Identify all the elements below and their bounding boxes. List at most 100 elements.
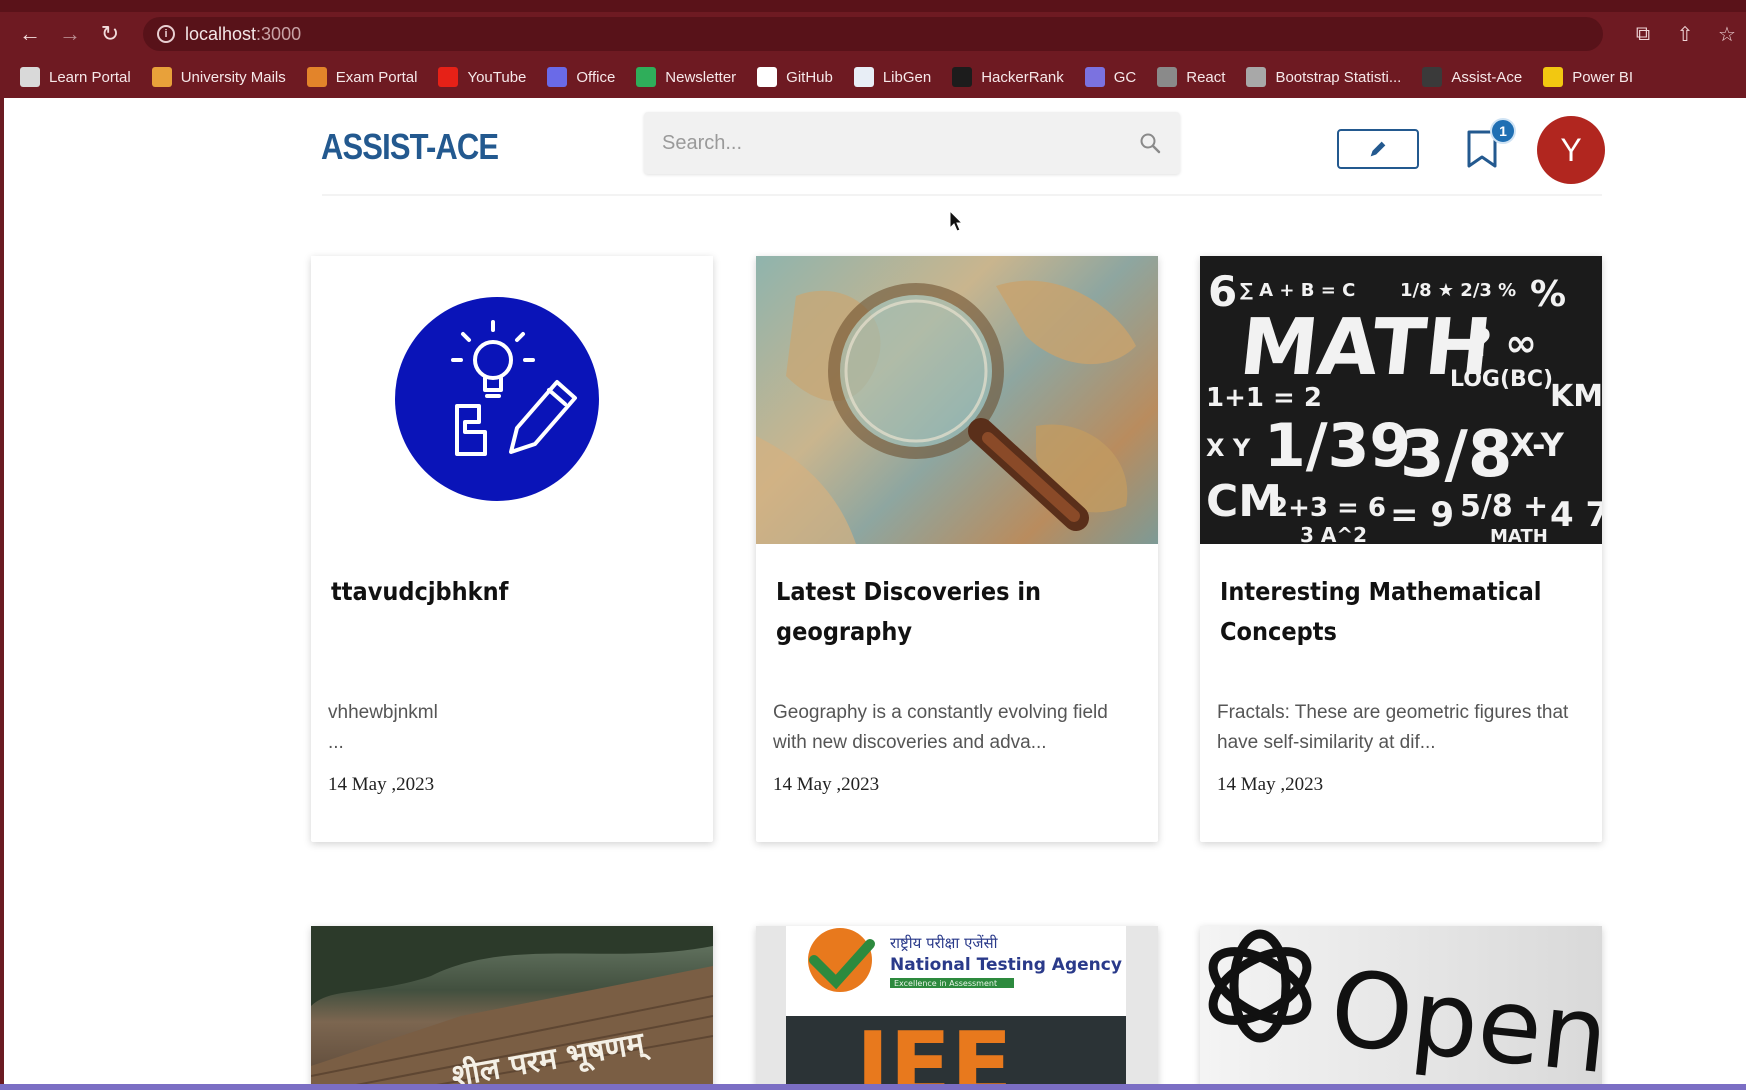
bookmark-hackerrank[interactable]: HackerRank: [952, 67, 1064, 87]
nta-english-name: National Testing Agency: [890, 955, 1122, 975]
nta-logo-icon: राष्ट्रीय परीक्षा एजेंसी National Testin…: [786, 926, 1126, 1086]
bookmark-favicon-icon: [1246, 67, 1267, 87]
bookmark-newsletter[interactable]: Newsletter: [636, 67, 736, 87]
bookmark-label: Learn Portal: [49, 68, 131, 86]
post-image: 6 ∑ A + B = C 1/8 ★ 2/3 % % MATH ? ∞ 1+1…: [1200, 256, 1602, 544]
nta-tagline: Excellence in Assessment: [894, 979, 997, 988]
bookmark-github[interactable]: GitHub: [757, 67, 833, 87]
page: ASSIST-ACE 1 Y: [4, 98, 1746, 1090]
post-date: 14 May ,2023: [773, 774, 880, 795]
search-input[interactable]: [662, 112, 1122, 174]
svg-text:1/8 ★ 2/3 %: 1/8 ★ 2/3 %: [1400, 280, 1516, 301]
bookmark-favicon-icon: [636, 67, 657, 87]
bookmark-favicon-icon: [1422, 67, 1443, 87]
post-date: 14 May ,2023: [1217, 774, 1324, 795]
svg-text:LOG(BC): LOG(BC): [1450, 367, 1553, 392]
bookmark-label: React: [1186, 68, 1226, 86]
reload-icon[interactable]: ↻: [90, 14, 130, 54]
svg-text:6: 6: [1208, 267, 1237, 316]
bookmark-count-badge: 1: [1490, 118, 1516, 144]
post-title[interactable]: Interesting Mathematical Concepts: [1220, 572, 1544, 652]
openai-wordmark: OpenAI: [1325, 947, 1602, 1086]
bookmark-label: University Mails: [180, 68, 286, 86]
post-image: [311, 256, 713, 544]
campus-wall-icon: शील परम भूषणम्: [311, 926, 713, 1086]
bookmark-favicon-icon: [1084, 67, 1105, 87]
address-bar[interactable]: i localhost:3000: [143, 17, 1603, 51]
svg-text:KM: KM: [1550, 379, 1602, 414]
bookmark-exam-portal[interactable]: Exam Portal: [306, 67, 417, 87]
svg-text:? ∞: ? ∞: [1470, 321, 1537, 365]
bookmark-libgen[interactable]: LibGen: [853, 67, 931, 87]
forward-icon[interactable]: →: [50, 14, 90, 54]
svg-text:∑ A + B = C: ∑ A + B = C: [1240, 280, 1355, 301]
post-title[interactable]: Latest Discoveries in geography: [776, 572, 1100, 652]
star-icon[interactable]: ☆: [1716, 22, 1738, 47]
install-icon[interactable]: ⧉: [1632, 23, 1654, 46]
header-divider: [322, 194, 1602, 196]
write-post-button[interactable]: [1337, 129, 1419, 169]
svg-text:4 7: 4 7: [1550, 495, 1602, 535]
bookmarks-bar: Learn Portal University Mails Exam Portal Y…: [0, 56, 1746, 98]
bookmark-favicon-icon: [151, 67, 172, 87]
bookmark-university-mails[interactable]: University Mails: [151, 67, 286, 87]
address-text: localhost:3000: [185, 23, 302, 44]
bookmark-power-bi[interactable]: Power BI: [1543, 67, 1633, 87]
post-card[interactable]: राष्ट्रीय परीक्षा एजेंसी National Testin…: [756, 926, 1158, 1090]
bookmark-gc[interactable]: GC: [1084, 67, 1137, 87]
avatar[interactable]: Y: [1537, 116, 1605, 184]
bookmark-favicon-icon: [757, 67, 778, 87]
post-card[interactable]: शील परम भूषणम्: [311, 926, 713, 1090]
share-icon[interactable]: ⇧: [1674, 22, 1696, 47]
idea-pencil-logo-icon: [395, 297, 599, 501]
bookmark-label: GitHub: [786, 68, 833, 86]
window-bottom-edge: [0, 1084, 1746, 1090]
post-excerpt: Fractals: These are geometric figures th…: [1217, 702, 1569, 753]
bookmark-youtube[interactable]: YouTube: [438, 67, 526, 87]
mouse-cursor-icon: [949, 210, 964, 232]
bookmark-favicon-icon: [952, 67, 973, 87]
post-card[interactable]: OpenAI: [1200, 926, 1602, 1090]
post-excerpt: Geography is a constantly evolving field…: [773, 702, 1108, 753]
post-card[interactable]: Latest Discoveries in geography Geograph…: [756, 256, 1158, 842]
site-info-icon[interactable]: i: [157, 25, 175, 43]
bookmark-assist-ace[interactable]: Assist-Ace: [1422, 67, 1522, 87]
bookmark-favicon-icon: [1543, 67, 1564, 87]
post-excerpt: vhhewbjnkml ...: [328, 702, 438, 753]
svg-text:3/8: 3/8: [1400, 418, 1512, 492]
back-icon[interactable]: ←: [10, 14, 50, 54]
svg-text:X Y: X Y: [1206, 434, 1251, 462]
bookmark-bootstrap-statisti[interactable]: Bootstrap Statisti...: [1246, 67, 1401, 87]
post-title[interactable]: ttavudcjbhknf: [331, 572, 655, 612]
bookmark-label: HackerRank: [981, 68, 1064, 86]
svg-text:%: %: [1530, 274, 1566, 315]
map-magnifier-icon: [756, 280, 1136, 544]
openai-logo-icon: OpenAI: [1208, 929, 1602, 1086]
search-box[interactable]: [644, 112, 1180, 174]
svg-text:1/39: 1/39: [1264, 411, 1411, 481]
post-card[interactable]: 6 ∑ A + B = C 1/8 ★ 2/3 % % MATH ? ∞ 1+1…: [1200, 256, 1602, 842]
bookmark-office[interactable]: Office: [547, 67, 615, 87]
search-icon[interactable]: [1138, 131, 1162, 155]
post-image: OpenAI: [1200, 926, 1602, 1086]
browser-toolbar: ← → ↻ i localhost:3000 ⧉ ⇧ ☆: [0, 12, 1746, 56]
bookmark-react[interactable]: React: [1157, 67, 1225, 87]
bookmark-label: YouTube: [467, 68, 527, 86]
nta-big-text: JEE: [850, 1013, 1012, 1086]
bookmark-favicon-icon: [20, 67, 40, 87]
post-date: 14 May ,2023: [328, 774, 435, 795]
svg-text:1+1 = 2: 1+1 = 2: [1206, 383, 1322, 413]
bookmark-label: Assist-Ace: [1451, 68, 1523, 86]
browser-tab-strip: [0, 0, 1746, 12]
bookmark-label: GC: [1113, 68, 1137, 86]
bookmark-learn-portal[interactable]: Learn Portal: [20, 67, 131, 87]
bookmark-favicon-icon: [547, 67, 568, 87]
bookmark-label: Newsletter: [665, 68, 737, 86]
svg-text:5/8 +: 5/8 +: [1460, 489, 1548, 524]
bookmark-favicon-icon: [306, 67, 327, 87]
bookmark-label: Bootstrap Statisti...: [1275, 68, 1402, 86]
logo[interactable]: ASSIST-ACE: [321, 126, 499, 168]
svg-text:3 A^2: 3 A^2: [1300, 523, 1367, 544]
post-card[interactable]: ttavudcjbhknf vhhewbjnkml ... 14 May ,20…: [311, 256, 713, 842]
svg-text:X-Y: X-Y: [1510, 426, 1565, 464]
